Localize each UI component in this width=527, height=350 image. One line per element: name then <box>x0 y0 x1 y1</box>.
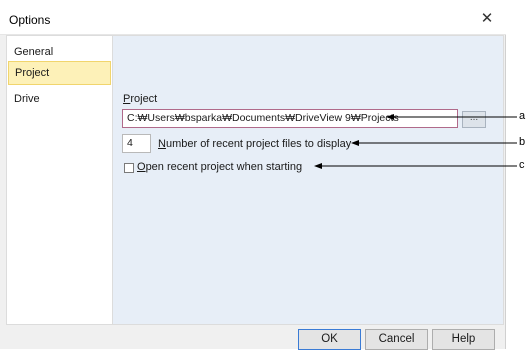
callout-label-b: b <box>519 136 526 148</box>
callout-arrows <box>314 114 517 169</box>
callout-arrowhead-b <box>351 140 359 146</box>
callout-arrowhead-c <box>314 163 322 169</box>
callout-label-a: a <box>519 110 526 122</box>
callout-label-c: c <box>519 159 525 171</box>
callout-arrowhead-a <box>386 114 394 120</box>
